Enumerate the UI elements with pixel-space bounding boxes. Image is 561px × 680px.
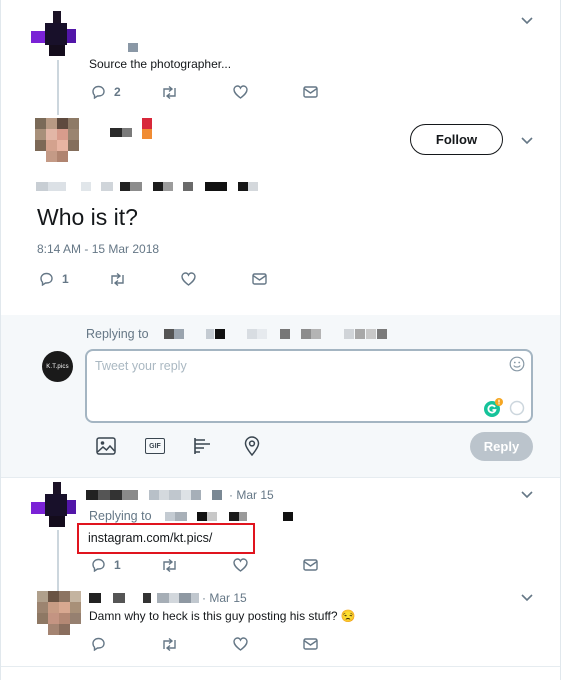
dm-action[interactable] [303, 638, 318, 650]
dm-icon [303, 638, 318, 650]
reply-input[interactable]: Tweet your reply [85, 349, 533, 423]
badge-redacted [142, 118, 152, 129]
character-counter-icon [509, 400, 525, 421]
like-action[interactable] [181, 272, 196, 286]
retweet-icon [163, 559, 176, 572]
retweet-icon [163, 638, 176, 651]
tweet-date[interactable]: · Mar 15 [229, 488, 274, 502]
avatar[interactable] [35, 118, 79, 162]
grammarly-icon[interactable] [483, 397, 505, 424]
replying-to-label: Replying to [86, 327, 149, 341]
dm-icon [303, 559, 318, 571]
retweet-action[interactable] [161, 638, 178, 651]
reply-icon [92, 637, 105, 651]
like-icon [233, 637, 248, 651]
tweet-date[interactable]: · Mar 15 [202, 591, 247, 605]
image-icon[interactable] [95, 435, 117, 457]
gif-icon[interactable]: GIF [144, 435, 166, 457]
divider [1, 477, 560, 478]
gif-label: GIF [145, 438, 165, 454]
replying-to-label: Replying to [89, 509, 152, 523]
like-action[interactable] [233, 637, 248, 651]
emoji-icon[interactable] [509, 356, 525, 377]
like-icon [181, 272, 196, 286]
avatar[interactable] [31, 482, 76, 527]
like-icon [233, 558, 248, 572]
reply-count: 1 [114, 558, 121, 572]
username-redacted[interactable] [128, 43, 138, 52]
chevron-down-icon[interactable] [521, 491, 533, 501]
poll-icon[interactable] [192, 435, 214, 457]
tweet-text: Source the photographer... [89, 57, 232, 71]
dm-action[interactable] [252, 273, 267, 285]
avatar[interactable] [37, 591, 81, 635]
dm-icon [252, 273, 267, 285]
follow-button[interactable]: Follow [410, 124, 503, 155]
tweet-text: Who is it? [37, 204, 138, 230]
chevron-down-icon[interactable] [521, 594, 533, 604]
reply-button[interactable]: Reply [470, 432, 533, 461]
reply-action[interactable]: 1 [39, 272, 69, 286]
reply-icon [92, 85, 105, 99]
like-icon [233, 85, 248, 99]
reply-action[interactable]: 1 [91, 558, 121, 572]
divider [1, 666, 560, 667]
dm-icon [303, 86, 318, 98]
reply-placeholder: Tweet your reply [95, 359, 187, 373]
dm-action[interactable] [303, 86, 318, 98]
tweet-thread: Source the photographer... 2 Follow Who … [0, 0, 561, 680]
retweet-action[interactable] [161, 86, 178, 99]
location-icon[interactable] [241, 435, 263, 457]
retweet-action[interactable] [109, 273, 126, 286]
thread-connector [57, 530, 59, 592]
retweet-action[interactable] [161, 559, 178, 572]
reply-icon [92, 558, 105, 572]
reply-icon [40, 272, 53, 286]
retweet-icon [163, 86, 176, 99]
username-redacted[interactable] [110, 128, 122, 137]
highlight-box [77, 523, 255, 554]
timestamp[interactable]: 8:14 AM - 15 Mar 2018 [37, 242, 159, 256]
retweet-icon [111, 273, 124, 286]
dm-action[interactable] [303, 559, 318, 571]
tweet-text: Damn why to heck is this guy posting his… [89, 609, 356, 623]
reply-count: 2 [114, 85, 121, 99]
avatar-label: K.T.pics [46, 363, 69, 370]
avatar[interactable] [31, 11, 76, 56]
thread-connector [57, 60, 59, 115]
chevron-down-icon[interactable] [521, 17, 533, 27]
chevron-down-icon[interactable] [521, 137, 533, 147]
reply-action[interactable]: 2 [91, 85, 121, 99]
like-action[interactable] [233, 558, 248, 572]
avatar[interactable]: K.T.pics [42, 351, 73, 382]
like-action[interactable] [233, 85, 248, 99]
reply-action[interactable] [91, 637, 106, 651]
reply-count: 1 [62, 272, 69, 286]
